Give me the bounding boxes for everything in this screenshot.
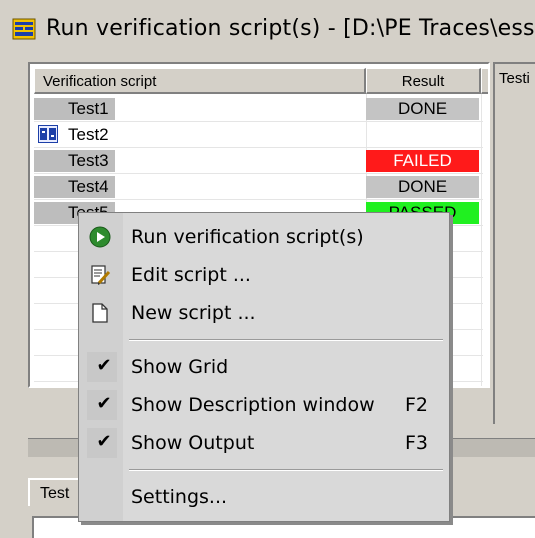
result-cell: DONE bbox=[366, 176, 479, 198]
description-panel-label: Testi bbox=[499, 70, 530, 87]
script-name-cell[interactable]: Test3 bbox=[34, 150, 115, 172]
new-document-icon bbox=[92, 303, 108, 323]
menu-item-show-output[interactable]: ✔ Show Output F3 bbox=[79, 425, 449, 461]
menu-item-settings[interactable]: Settings... bbox=[79, 479, 449, 515]
table-row[interactable]: Test1 DONE bbox=[34, 96, 483, 122]
menu-item-label: New script ... bbox=[131, 302, 256, 324]
table-row[interactable]: Test2 bbox=[34, 122, 483, 148]
script-name-cell[interactable]: Test2 bbox=[34, 124, 115, 146]
menu-separator bbox=[129, 469, 443, 471]
checkmark-icon: ✔ bbox=[96, 393, 112, 414]
title-bar[interactable]: Run verification script(s) - [D:\PE Trac… bbox=[0, 0, 535, 56]
menu-item-label: Settings... bbox=[131, 486, 228, 508]
checkmark-icon: ✔ bbox=[96, 355, 112, 376]
menu-item-new-script[interactable]: New script ... bbox=[79, 295, 449, 331]
result-cell: FAILED bbox=[366, 150, 479, 172]
menu-item-shortcut: F3 bbox=[405, 432, 429, 454]
result-cell: DONE bbox=[366, 98, 479, 120]
menu-item-show-description-window[interactable]: ✔ Show Description window F2 bbox=[79, 387, 449, 423]
script-name-cell[interactable]: Test1 bbox=[34, 98, 115, 120]
menu-item-run-verification-scripts[interactable]: Run verification script(s) bbox=[79, 219, 449, 255]
description-panel: Testi bbox=[493, 62, 535, 424]
edit-script-icon bbox=[91, 265, 111, 285]
menu-item-label: Run verification script(s) bbox=[131, 226, 364, 248]
menu-item-label: Show Grid bbox=[131, 356, 229, 378]
checkmark-icon: ✔ bbox=[96, 431, 112, 452]
run-icon bbox=[89, 226, 111, 248]
window-title: Run verification script(s) - [D:\PE Trac… bbox=[46, 16, 535, 41]
menu-item-edit-script[interactable]: Edit script ... bbox=[79, 257, 449, 293]
column-header-extra[interactable] bbox=[481, 68, 488, 94]
app-window: Run verification script(s) - [D:\PE Trac… bbox=[0, 0, 535, 538]
result-cell bbox=[366, 124, 479, 146]
menu-item-shortcut: F2 bbox=[405, 394, 429, 416]
menu-item-label: Show Description window bbox=[131, 394, 375, 416]
app-icon bbox=[12, 18, 36, 40]
menu-item-show-grid[interactable]: ✔ Show Grid bbox=[79, 349, 449, 385]
table-row[interactable]: Test3 FAILED bbox=[34, 148, 483, 174]
context-menu: Run verification script(s) Edit script .… bbox=[78, 212, 450, 522]
menu-item-label: Show Output bbox=[131, 432, 255, 454]
menu-item-label: Edit script ... bbox=[131, 264, 251, 286]
script-name-cell[interactable]: Test4 bbox=[34, 176, 115, 198]
table-row[interactable]: Test4 DONE bbox=[34, 174, 483, 200]
menu-separator bbox=[129, 339, 443, 341]
column-header-result[interactable]: Result bbox=[366, 68, 481, 94]
column-header-verification-script[interactable]: Verification script bbox=[34, 68, 366, 94]
